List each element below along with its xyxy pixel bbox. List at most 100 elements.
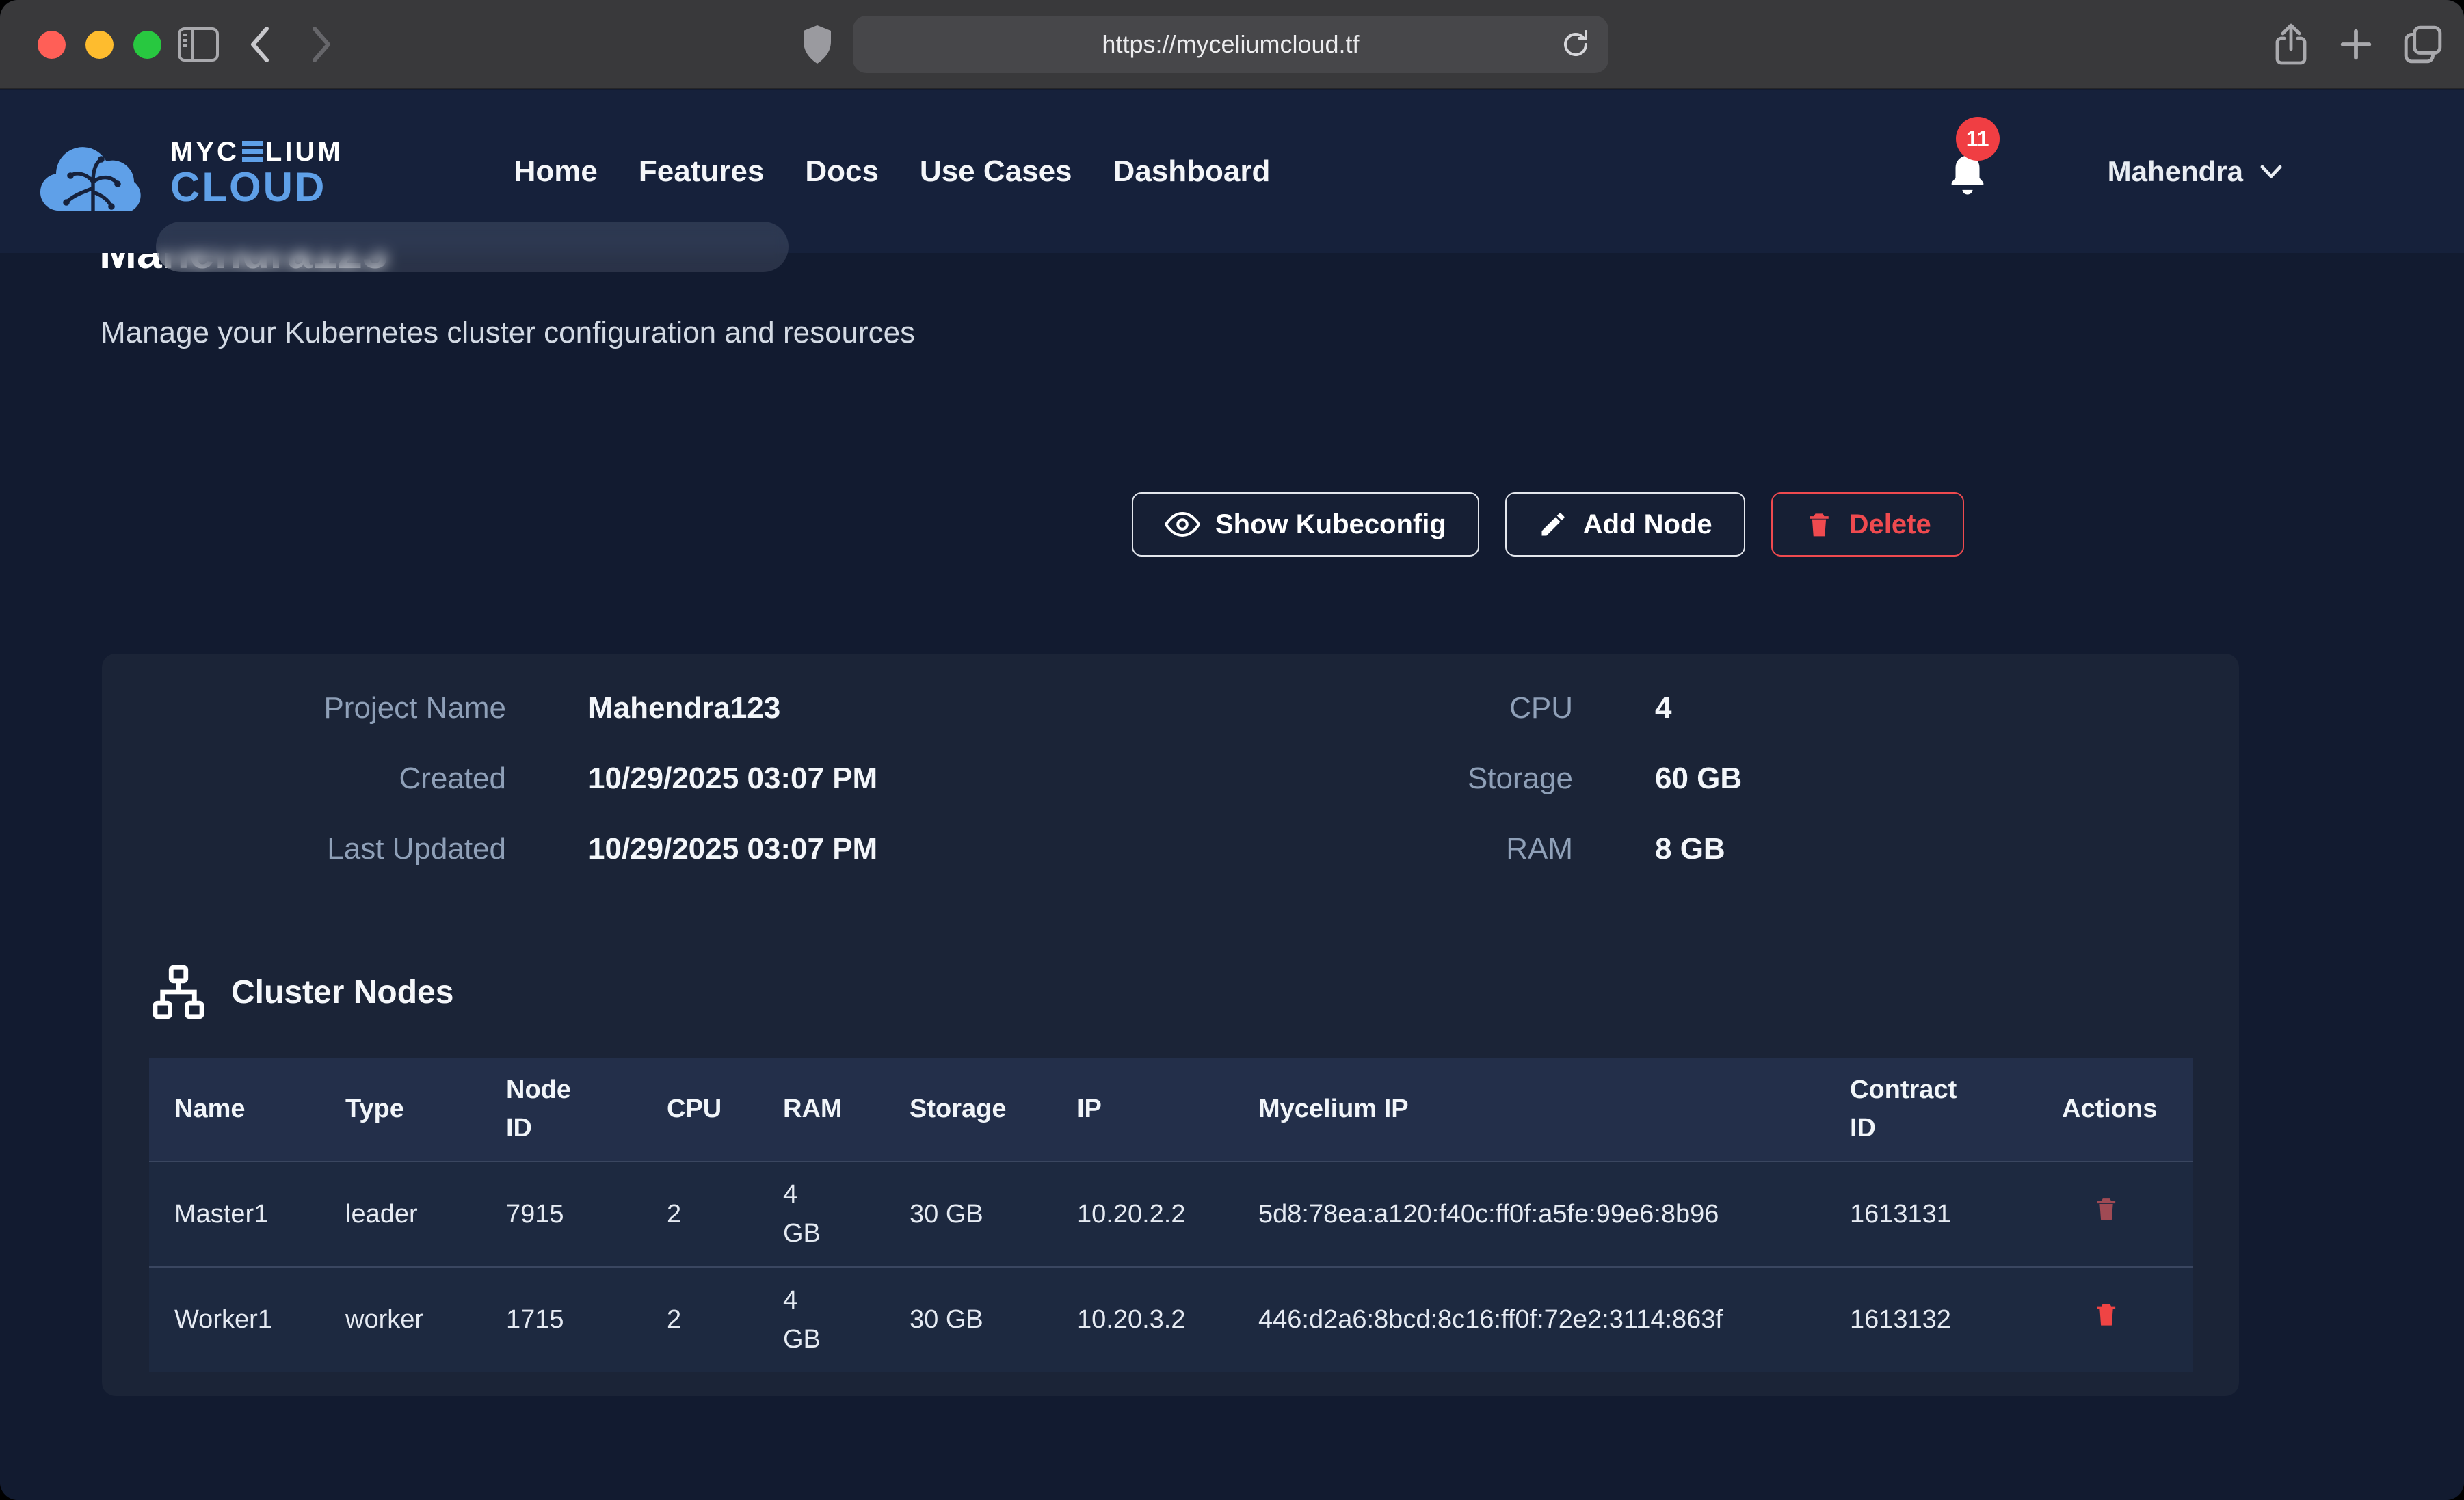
add-node-label: Add Node bbox=[1583, 509, 1712, 540]
delete-label: Delete bbox=[1849, 509, 1931, 540]
traffic-lights bbox=[38, 31, 161, 59]
plus-icon bbox=[2336, 25, 2376, 64]
detail-row: Last Updated 10/29/2025 03:07 PM bbox=[144, 832, 877, 902]
forward-button[interactable] bbox=[294, 0, 349, 89]
delete-node-button[interactable] bbox=[2092, 1194, 2121, 1225]
chevron-right-icon bbox=[306, 25, 336, 64]
cell-ram: 4 GB bbox=[758, 1267, 884, 1372]
details-right: CPU 4 Storage 60 GB RAM 8 GB bbox=[1210, 691, 1742, 902]
detail-label: RAM bbox=[1210, 832, 1573, 866]
delete-cluster-button[interactable]: Delete bbox=[1771, 492, 1964, 557]
detail-value: 60 GB bbox=[1655, 762, 1742, 796]
detail-row: RAM 8 GB bbox=[1210, 832, 1742, 902]
share-icon bbox=[2272, 22, 2310, 67]
table-header-row: Name Type Node ID CPU RAM Storage IP Myc… bbox=[149, 1058, 2193, 1162]
detail-value: 10/29/2025 03:07 PM bbox=[588, 762, 877, 796]
chevron-left-icon bbox=[245, 25, 275, 64]
column-header-ip: IP bbox=[1052, 1058, 1233, 1162]
detail-label: Storage bbox=[1210, 762, 1573, 796]
eye-icon bbox=[1165, 511, 1200, 538]
web-content: MYC LIUM CLOUD Home Features Docs Use Cas… bbox=[0, 90, 2464, 1500]
notification-badge: 11 bbox=[1956, 117, 2000, 161]
logo-line2: CLOUD bbox=[170, 168, 343, 207]
user-menu[interactable]: Mahendra bbox=[2108, 155, 2283, 188]
detail-value: 4 bbox=[1655, 691, 1671, 725]
nav-link-use-cases[interactable]: Use Cases bbox=[920, 155, 1072, 189]
reload-button[interactable] bbox=[1559, 28, 1592, 64]
tab-overview-button[interactable] bbox=[2392, 0, 2454, 89]
show-kubeconfig-button[interactable]: Show Kubeconfig bbox=[1132, 492, 1479, 557]
detail-value: 8 GB bbox=[1655, 832, 1725, 866]
url-bar[interactable]: https://myceliumcloud.tf bbox=[853, 16, 1608, 73]
zoom-window-button[interactable] bbox=[133, 31, 161, 59]
cell-cpu: 2 bbox=[641, 1162, 758, 1267]
cluster-nodes-title: Cluster Nodes bbox=[231, 974, 453, 1011]
logo[interactable]: MYC LIUM CLOUD bbox=[38, 120, 343, 223]
cell-ip: 10.20.2.2 bbox=[1052, 1162, 1233, 1267]
shield-icon bbox=[801, 24, 834, 65]
cell-type: worker bbox=[320, 1267, 481, 1372]
cell-contract-id: 1613131 bbox=[1825, 1162, 2037, 1267]
detail-row: Created 10/29/2025 03:07 PM bbox=[144, 762, 877, 832]
delete-node-button[interactable] bbox=[2092, 1300, 2121, 1330]
back-button[interactable] bbox=[233, 0, 287, 89]
share-button[interactable] bbox=[2264, 0, 2318, 89]
cell-name: Master1 bbox=[149, 1162, 320, 1267]
details-left: Project Name Mahendra123 Created 10/29/2… bbox=[144, 691, 877, 902]
detail-value: 10/29/2025 03:07 PM bbox=[588, 832, 877, 866]
logo-line1-left: MYC bbox=[170, 137, 239, 168]
browser-window: https://myceliumcloud.tf bbox=[0, 0, 2464, 1500]
trash-icon bbox=[2092, 1194, 2121, 1223]
cell-node-id: 7915 bbox=[481, 1162, 641, 1267]
pencil-icon bbox=[1538, 509, 1568, 539]
column-header-node-id: Node ID bbox=[481, 1058, 641, 1162]
detail-label: Project Name bbox=[144, 691, 506, 725]
details-card: Project Name Mahendra123 Created 10/29/2… bbox=[102, 654, 2239, 1396]
trash-icon bbox=[1804, 509, 1834, 539]
cell-actions bbox=[2037, 1162, 2193, 1267]
privacy-report-button[interactable] bbox=[790, 0, 845, 89]
nav-link-docs[interactable]: Docs bbox=[805, 155, 879, 189]
chevron-down-icon bbox=[2260, 163, 2283, 180]
url-text: https://myceliumcloud.tf bbox=[1102, 30, 1359, 59]
nodes-table: Name Type Node ID CPU RAM Storage IP Myc… bbox=[149, 1058, 2193, 1372]
column-header-storage: Storage bbox=[884, 1058, 1052, 1162]
cell-storage: 30 GB bbox=[884, 1267, 1052, 1372]
nav-link-features[interactable]: Features bbox=[639, 155, 764, 189]
tab-overview-icon bbox=[2402, 23, 2444, 66]
logo-line1-right: LIUM bbox=[265, 137, 343, 168]
detail-label: CPU bbox=[1210, 691, 1573, 725]
cluster-nodes-heading: Cluster Nodes bbox=[149, 963, 453, 1021]
nav-link-home[interactable]: Home bbox=[514, 155, 598, 189]
column-header-ram: RAM bbox=[758, 1058, 884, 1162]
minimize-window-button[interactable] bbox=[85, 31, 114, 59]
column-header-mycelium-ip: Mycelium IP bbox=[1233, 1058, 1825, 1162]
notifications-button[interactable]: 11 bbox=[1944, 144, 1991, 199]
detail-label: Last Updated bbox=[144, 832, 506, 866]
cell-name: Worker1 bbox=[149, 1267, 320, 1372]
nav-links: Home Features Docs Use Cases Dashboard bbox=[514, 155, 1271, 189]
table-row: Worker1 worker 1715 2 4 GB 30 GB 10.20.3… bbox=[149, 1267, 2193, 1372]
sidebar-icon bbox=[177, 27, 220, 62]
column-header-cpu: CPU bbox=[641, 1058, 758, 1162]
cell-actions bbox=[2037, 1267, 2193, 1372]
cell-mycelium-ip: 5d8:78ea:a120:f40c:ff0f:a5fe:99e6:8b96 bbox=[1233, 1162, 1825, 1267]
user-name: Mahendra bbox=[2108, 155, 2243, 188]
blur-smudge bbox=[156, 222, 789, 272]
detail-row: Project Name Mahendra123 bbox=[144, 691, 877, 762]
new-tab-button[interactable] bbox=[2329, 0, 2383, 89]
sidebar-toggle-button[interactable] bbox=[168, 0, 229, 89]
add-node-button[interactable]: Add Node bbox=[1505, 492, 1745, 557]
table-row: Master1 leader 7915 2 4 GB 30 GB 10.20.2… bbox=[149, 1162, 2193, 1267]
nav-link-dashboard[interactable]: Dashboard bbox=[1113, 155, 1271, 189]
detail-row: Storage 60 GB bbox=[1210, 762, 1742, 832]
cell-contract-id: 1613132 bbox=[1825, 1267, 2037, 1372]
cell-ip: 10.20.3.2 bbox=[1052, 1267, 1233, 1372]
page-subtitle: Manage your Kubernetes cluster configura… bbox=[101, 316, 915, 350]
column-header-type: Type bbox=[320, 1058, 481, 1162]
close-window-button[interactable] bbox=[38, 31, 66, 59]
trash-icon bbox=[2092, 1300, 2121, 1328]
logo-text: MYC LIUM CLOUD bbox=[170, 137, 343, 207]
reload-icon bbox=[1559, 28, 1592, 61]
browser-toolbar: https://myceliumcloud.tf bbox=[0, 0, 2464, 89]
